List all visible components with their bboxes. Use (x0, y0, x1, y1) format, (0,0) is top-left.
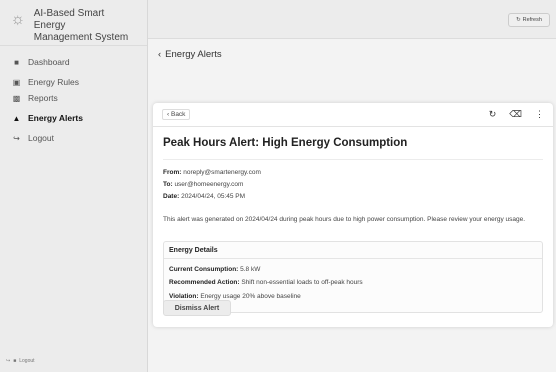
sidebar-item-reports[interactable]: ▩ Reports (0, 88, 147, 108)
alert-title: Peak Hours Alert: High Energy Consumptio… (163, 137, 408, 149)
chevron-left-icon[interactable]: ‹ (158, 49, 161, 60)
to-value: user@homeenergy.com (174, 181, 244, 188)
sidebar-item-logout[interactable]: ↪ Logout (0, 128, 147, 148)
top-bar: ↻ Refresh (148, 0, 556, 39)
violation-label: Violation: (169, 293, 199, 300)
more-vertical-icon[interactable]: ⋮ (535, 109, 544, 120)
logout-icon: ↪ (6, 358, 11, 364)
sidebar-item-dashboard[interactable]: ■ Dashboard (0, 52, 147, 72)
rules-icon: ▣ (12, 77, 21, 87)
sidebar-item-label: Energy Rules (28, 77, 80, 87)
footer-logout-label: Logout (19, 358, 35, 364)
violation-value: Energy usage 20% above baseline (200, 293, 301, 300)
date-value: 2024/04/24, 05:45 PM (181, 193, 246, 200)
sidebar-footer-logout[interactable]: ↪ ■ Logout (6, 358, 35, 364)
refresh-icon: ↻ (516, 17, 521, 23)
action-value: Shift non-essential loads to off-peak ho… (241, 279, 363, 286)
refresh-alert-icon[interactable]: ↻ (489, 109, 497, 120)
energy-details-heading: Energy Details (164, 242, 542, 259)
page-header: ‹ Energy Alerts (158, 49, 222, 60)
bar-chart-icon: ▩ (12, 93, 21, 103)
sidebar-item-label: Logout (28, 133, 54, 143)
to-label: To: (163, 181, 173, 188)
current-value: 5.8 kW (240, 266, 261, 273)
dismiss-alert-button[interactable]: Dismiss Alert (163, 300, 231, 316)
action-label: Recommended Action: (169, 279, 240, 286)
trash-icon[interactable]: ⌫ (509, 109, 522, 120)
detail-violation: Violation: Energy usage 20% above baseli… (169, 293, 301, 300)
current-label: Current Consumption: (169, 266, 239, 273)
bell-icon: ▲ (12, 113, 21, 123)
from-label: From: (163, 169, 182, 176)
divider (163, 159, 543, 160)
date-label: Date: (163, 193, 180, 200)
back-button[interactable]: ‹ Back (162, 109, 191, 120)
alert-detail-card: ‹ Back ↻ ⌫ ⋮ Peak Hours Alert: High Ener… (153, 103, 553, 327)
logout-icon: ↪ (13, 133, 20, 143)
page-title: Energy Alerts (165, 49, 222, 60)
alert-to: To: user@homeenergy.com (163, 181, 243, 188)
refresh-button[interactable]: ↻ Refresh (508, 13, 550, 27)
alert-message: This alert was generated on 2024/04/24 d… (163, 216, 526, 223)
back-label: Back (170, 111, 186, 118)
sidebar-item-label: Reports (28, 93, 58, 103)
detail-current-consumption: Current Consumption: 5.8 kW (169, 266, 260, 273)
alert-from: From: noreply@smartenergy.com (163, 169, 261, 176)
lightbulb-icon: ☼ (10, 11, 26, 28)
sidebar-nav: ■ Dashboard ▣ Energy Rules ▩ Reports ▲ E… (0, 46, 147, 148)
app-title: AI-Based Smart Energy Management System (34, 8, 137, 44)
sidebar: ☼ AI-Based Smart Energy Management Syste… (0, 0, 148, 372)
alert-actions: ↻ ⌫ ⋮ (489, 109, 544, 120)
alert-toolbar: ‹ Back ↻ ⌫ ⋮ (153, 103, 553, 127)
sidebar-item-label: Energy Alerts (28, 113, 83, 123)
app-title-line1: AI-Based Smart Energy (33, 8, 105, 31)
detail-recommended-action: Recommended Action: Shift non-essential … (169, 279, 363, 286)
brand: ☼ AI-Based Smart Energy Management Syste… (0, 0, 147, 46)
user-icon: ■ (13, 358, 17, 364)
sidebar-item-energy-alerts[interactable]: ▲ Energy Alerts (0, 108, 147, 128)
sidebar-item-label: Dashboard (28, 57, 70, 67)
app-title-line2: Management System (33, 32, 129, 43)
dashboard-icon: ■ (14, 57, 19, 67)
refresh-label: Refresh (522, 17, 542, 23)
from-value: noreply@smartenergy.com (183, 169, 261, 176)
alert-date: Date: 2024/04/24, 05:45 PM (163, 193, 245, 200)
